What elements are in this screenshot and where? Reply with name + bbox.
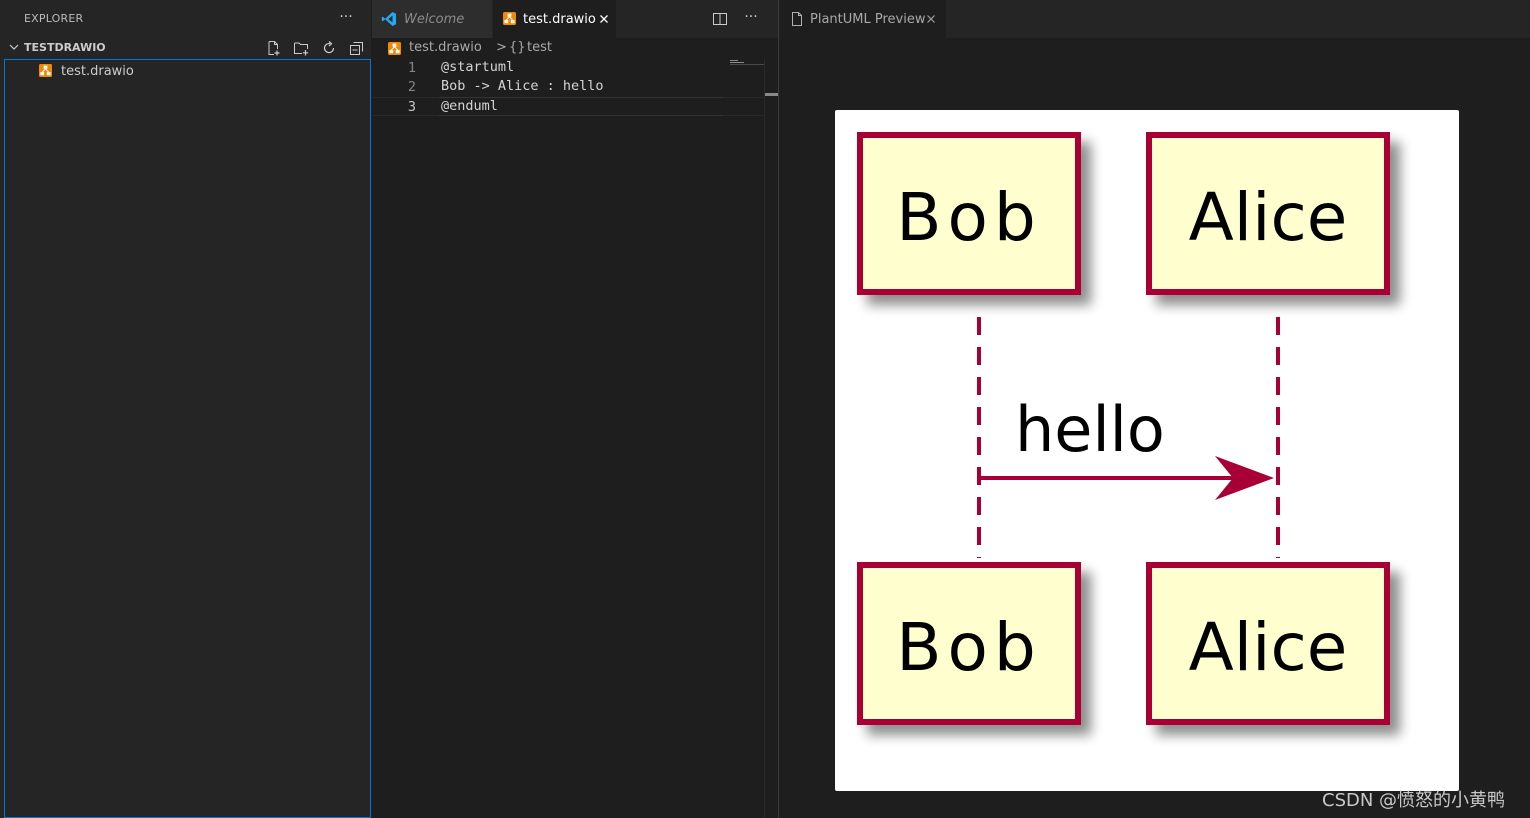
participant-label: Alice <box>1189 609 1348 686</box>
tab-welcome[interactable]: Welcome <box>372 0 492 38</box>
participant-alice-bottom: Alice <box>1149 565 1387 722</box>
refresh-icon[interactable] <box>321 40 337 56</box>
preview-tab-bar: PlantUML Preview <box>779 0 1530 38</box>
code-line-text: @startuml <box>441 59 514 75</box>
tab-test-drawio-label: test.drawio <box>523 12 596 27</box>
collapse-all-icon[interactable] <box>349 40 365 56</box>
line-number: 1 <box>372 60 416 76</box>
line-number: 3 <box>372 99 416 115</box>
participant-bob-bottom: Bob <box>860 565 1078 722</box>
editor-tab-bar: Welcome test.drawio ··· <box>372 0 778 38</box>
workspace-folder-name: TESTDRAWIO <box>24 41 106 54</box>
participant-alice-top: Alice <box>1149 135 1387 292</box>
code-line[interactable]: 1 @startuml <box>372 59 764 78</box>
code-line-text: @enduml <box>441 98 498 114</box>
vertical-scrollbar[interactable] <box>764 59 778 818</box>
code-line-current[interactable]: 3 @enduml <box>372 97 764 116</box>
workspace-folder-header[interactable]: TESTDRAWIO <box>0 38 371 58</box>
file-tree-item[interactable]: test.drawio <box>5 61 370 81</box>
tab-plantuml-preview-label: PlantUML Preview <box>810 12 925 27</box>
chevron-down-icon <box>8 41 20 53</box>
participant-label: Alice <box>1189 179 1348 256</box>
editor-group: Welcome test.drawio ··· test.drawio > {}… <box>372 0 778 818</box>
explorer-title: EXPLORER <box>24 12 83 25</box>
code-line-text: Bob -> Alice : hello <box>441 78 604 94</box>
code-line[interactable]: 2 Bob -> Alice : hello <box>372 78 764 97</box>
breadcrumb-file[interactable]: test.drawio <box>409 40 482 55</box>
tab-test-drawio[interactable]: test.drawio <box>493 0 616 38</box>
editor-more-actions-button[interactable]: ··· <box>742 9 760 25</box>
new-file-icon[interactable] <box>265 40 281 56</box>
drawio-file-icon <box>503 12 516 25</box>
file-icon <box>790 12 804 26</box>
vscode-icon <box>381 11 397 27</box>
new-folder-icon[interactable] <box>293 40 309 56</box>
tab-welcome-label: Welcome <box>404 12 464 27</box>
explorer-more-actions-button[interactable]: ··· <box>337 9 355 25</box>
participant-bob-top: Bob <box>860 135 1078 292</box>
close-icon[interactable] <box>924 12 938 26</box>
breadcrumb-symbol[interactable]: test <box>527 40 552 55</box>
explorer-sidebar: EXPLORER ··· TESTDRAWIO test.drawio <box>0 0 371 818</box>
plantuml-preview-group: PlantUML Preview Bob Alice <box>779 0 1530 818</box>
split-editor-icon[interactable] <box>712 11 728 27</box>
line-number: 2 <box>372 79 416 95</box>
drawio-file-icon <box>388 42 401 55</box>
watermark: CSDN @愤怒的小黄鸭 <box>1322 786 1505 812</box>
file-tree[interactable]: test.drawio <box>4 59 371 818</box>
explorer-header: EXPLORER ··· <box>0 0 371 37</box>
file-tree-item-label: test.drawio <box>61 64 134 79</box>
drawio-file-icon <box>39 64 52 77</box>
message-label: hello <box>1015 393 1165 466</box>
sequence-diagram: Bob Alice hello Bob Alice <box>835 110 1459 791</box>
close-icon[interactable] <box>596 11 612 27</box>
scrollbar-thumb[interactable] <box>765 93 779 96</box>
symbol-braces-icon: {} <box>509 40 526 55</box>
tab-plantuml-preview[interactable]: PlantUML Preview <box>779 0 946 38</box>
sequence-diagram-canvas: Bob Alice hello Bob Alice <box>835 110 1459 791</box>
participant-label: Bob <box>896 179 1042 256</box>
minimap[interactable] <box>730 59 764 67</box>
participant-label: Bob <box>896 609 1042 686</box>
breadcrumb-separator: > <box>496 40 507 55</box>
